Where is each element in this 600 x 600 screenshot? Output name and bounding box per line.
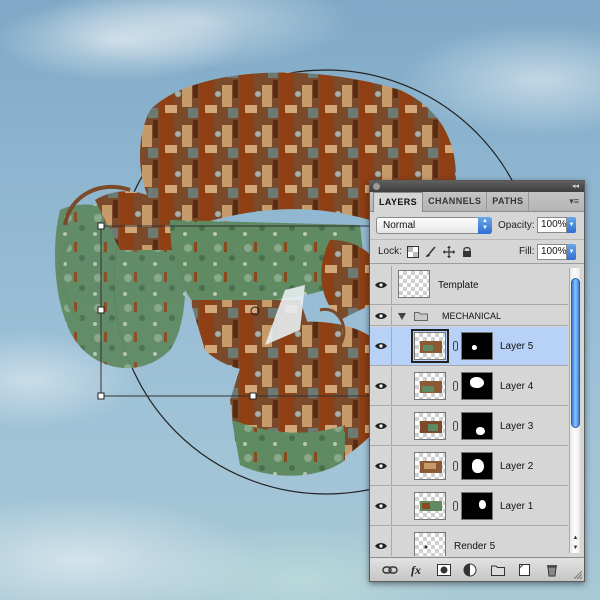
blend-mode-value: Normal <box>383 220 416 231</box>
layer-mask-thumbnail[interactable] <box>461 372 493 400</box>
fill-label: Fill: <box>519 246 535 257</box>
fill-dropdown-icon[interactable]: ▼ <box>567 244 576 260</box>
eye-icon[interactable] <box>375 342 387 350</box>
artwork-thumbnail-icon <box>424 545 428 549</box>
artwork-thumbnail-icon <box>420 341 442 353</box>
tab-layers[interactable]: LAYERS <box>373 192 424 212</box>
eye-icon[interactable] <box>375 422 387 430</box>
visibility-toggle[interactable] <box>370 487 392 525</box>
disclosure-triangle-icon[interactable] <box>398 313 406 320</box>
layer-thumbnail[interactable] <box>414 492 446 520</box>
resize-grip-icon[interactable] <box>574 571 582 579</box>
mask-link-icon[interactable] <box>453 381 458 391</box>
mask-link-icon[interactable] <box>453 501 458 511</box>
layer-name[interactable]: Layer 5 <box>500 341 533 352</box>
panel-titlebar[interactable]: ◂◂ <box>370 181 584 192</box>
layer-mask-thumbnail[interactable] <box>461 492 493 520</box>
layer-mask-thumbnail[interactable] <box>461 452 493 480</box>
layer-mask-thumbnail[interactable] <box>461 332 493 360</box>
mask-link-icon[interactable] <box>453 341 458 351</box>
mask-link-icon[interactable] <box>453 461 458 471</box>
layer-row-layer-3[interactable]: Layer 3 <box>370 407 568 446</box>
layer-row-template[interactable]: Template <box>370 266 568 305</box>
visibility-toggle[interactable] <box>370 367 392 405</box>
layers-list: Template MECHANICAL Layer 5 Layer 4 Laye… <box>370 266 568 556</box>
fill-input[interactable]: 100% <box>537 244 567 260</box>
scroll-up-icon[interactable]: ▲ <box>571 534 580 542</box>
visibility-toggle[interactable] <box>370 327 392 365</box>
blend-mode-select[interactable]: Normal ▲ ▼ <box>376 217 492 234</box>
group-name[interactable]: MECHANICAL <box>442 311 501 321</box>
layer-name[interactable]: Render 5 <box>454 541 495 552</box>
eye-icon[interactable] <box>375 542 387 550</box>
layer-thumbnail[interactable] <box>398 270 430 298</box>
panel-footer: fx <box>370 557 584 581</box>
layers-scrollbar[interactable]: ▲ ▼ <box>569 268 580 553</box>
lock-brush-icon[interactable] <box>425 246 437 258</box>
scroll-down-icon[interactable]: ▼ <box>571 544 580 552</box>
layer-row-layer-4[interactable]: Layer 4 <box>370 367 568 406</box>
layer-thumbnail[interactable] <box>414 372 446 400</box>
link-layers-icon[interactable] <box>382 562 398 578</box>
opacity-input[interactable]: 100% <box>537 217 567 233</box>
layer-row-layer-2[interactable]: Layer 2 <box>370 447 568 486</box>
lock-move-icon[interactable] <box>443 246 455 258</box>
new-group-icon[interactable] <box>490 562 506 578</box>
lock-label: Lock: <box>378 246 402 257</box>
panel-menu-icon[interactable]: ▾≡ <box>569 196 579 207</box>
layer-thumbnail[interactable] <box>414 452 446 480</box>
eye-icon[interactable] <box>375 462 387 470</box>
layer-row-render-5[interactable]: Render 5 <box>370 527 568 556</box>
mask-link-icon[interactable] <box>453 421 458 431</box>
visibility-toggle[interactable] <box>370 266 392 304</box>
add-mask-icon[interactable] <box>436 562 452 578</box>
layer-name[interactable]: Layer 4 <box>500 381 533 392</box>
layer-name[interactable]: Layer 1 <box>500 501 533 512</box>
layer-thumbnail[interactable] <box>411 329 449 363</box>
layer-row-layer-5[interactable]: Layer 5 <box>370 327 568 366</box>
folder-icon <box>414 312 428 321</box>
scrollbar-thumb[interactable] <box>571 278 580 428</box>
new-layer-icon[interactable] <box>516 562 532 578</box>
artwork-thumbnail-icon <box>420 421 442 433</box>
layer-thumbnail[interactable] <box>414 532 446 556</box>
eye-icon[interactable] <box>375 502 387 510</box>
adjustment-layer-icon[interactable] <box>462 562 478 578</box>
eye-icon[interactable] <box>375 281 387 289</box>
layer-name[interactable]: Layer 2 <box>500 461 533 472</box>
visibility-toggle[interactable] <box>370 306 392 325</box>
visibility-toggle[interactable] <box>370 447 392 485</box>
eye-icon[interactable] <box>375 382 387 390</box>
lock-all-icon[interactable] <box>461 246 473 258</box>
tab-channels[interactable]: CHANNELS <box>423 192 488 211</box>
opacity-dropdown-icon[interactable]: ▼ <box>567 217 576 233</box>
opacity-label: Opacity: <box>498 220 535 231</box>
blend-row: Normal ▲ ▼ Opacity: 100% ▼ <box>370 212 584 240</box>
artwork-thumbnail-icon <box>420 501 442 511</box>
layer-mask-thumbnail[interactable] <box>461 412 493 440</box>
collapse-icon[interactable]: ◂◂ <box>572 181 579 192</box>
eye-icon[interactable] <box>375 312 387 320</box>
artwork-thumbnail-icon <box>420 381 442 393</box>
close-icon[interactable] <box>373 183 380 190</box>
artwork-thumbnail-icon <box>420 461 442 473</box>
trash-icon[interactable] <box>544 562 560 578</box>
lock-row: Lock: Fill: 100% ▼ <box>370 240 584 264</box>
layer-group-mechanical[interactable]: MECHANICAL <box>370 306 568 326</box>
visibility-toggle[interactable] <box>370 527 392 556</box>
tab-paths[interactable]: PATHS <box>487 192 530 211</box>
visibility-toggle[interactable] <box>370 407 392 445</box>
layer-thumbnail[interactable] <box>414 412 446 440</box>
panel-tabs: LAYERS CHANNELS PATHS ▾≡ <box>370 192 584 212</box>
layer-name[interactable]: Layer 3 <box>500 421 533 432</box>
stepper-arrows-icon[interactable]: ▲ ▼ <box>478 217 492 234</box>
layer-name[interactable]: Template <box>438 280 479 291</box>
fx-icon[interactable]: fx <box>410 562 426 578</box>
layers-panel: ◂◂ LAYERS CHANNELS PATHS ▾≡ Normal ▲ ▼ Op… <box>369 180 585 582</box>
layer-row-layer-1[interactable]: Layer 1 <box>370 487 568 526</box>
svg-text:fx: fx <box>411 563 421 577</box>
lock-transparency-icon[interactable] <box>407 246 419 258</box>
